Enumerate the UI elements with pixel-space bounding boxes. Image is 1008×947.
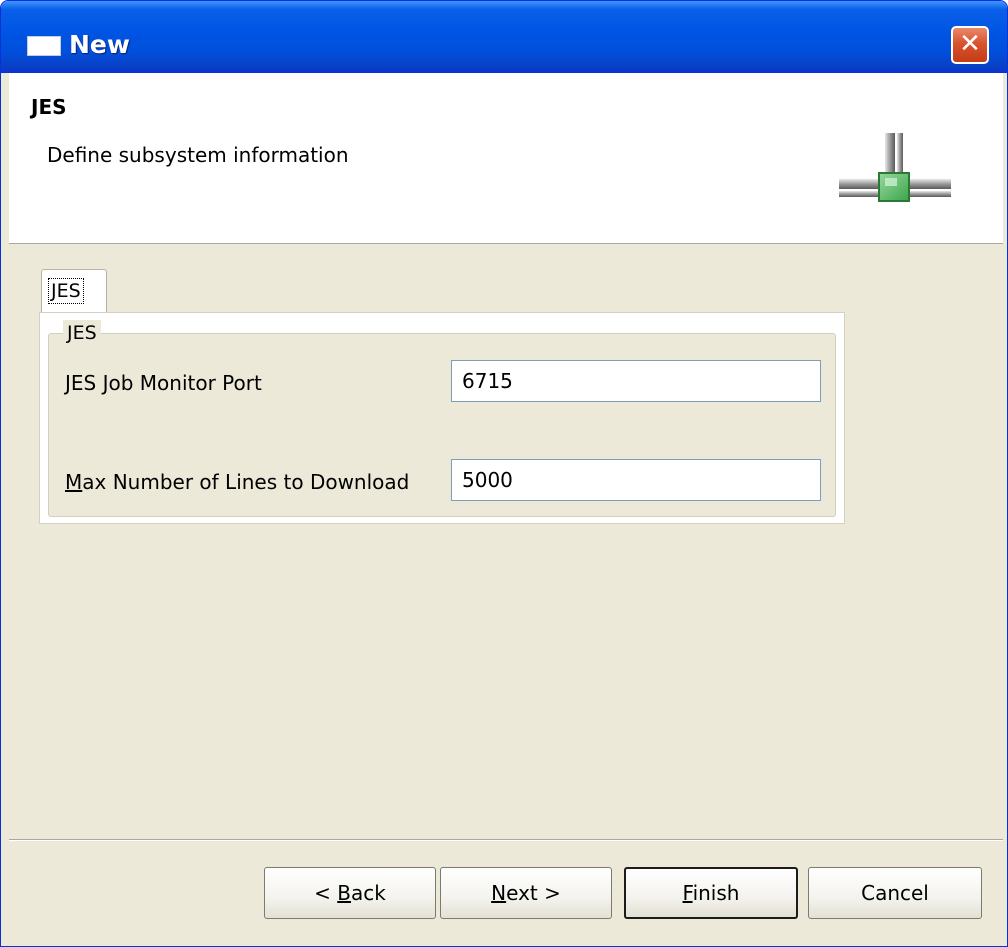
new-wizard-dialog: New ✕ JES Define subsystem information J… xyxy=(0,0,1008,947)
wizard-page-title: JES xyxy=(31,95,67,119)
label-text: ax Number of Lines to Download xyxy=(82,470,410,494)
back-button[interactable]: < Back xyxy=(264,867,436,919)
finish-rest: inish xyxy=(692,881,740,905)
next-rest: ext > xyxy=(506,881,561,905)
max-lines-to-download-input[interactable] xyxy=(451,459,821,501)
next-button[interactable]: Next > xyxy=(440,867,612,919)
cancel-button[interactable]: Cancel xyxy=(808,867,982,919)
button-bar-separator xyxy=(9,839,1003,841)
back-mnemonic: B xyxy=(337,881,351,905)
tab-jes[interactable]: JES xyxy=(41,269,107,313)
finish-button[interactable]: Finish xyxy=(624,867,798,919)
max-lines-to-download-label: Max Number of Lines to Download xyxy=(65,470,409,494)
tab-label: JES xyxy=(48,278,84,304)
group-legend: JES xyxy=(63,320,101,346)
finish-mnemonic: F xyxy=(682,881,693,905)
back-prefix: < xyxy=(314,881,338,905)
jes-group-box: JES JES Job Monitor Port Max Number of L… xyxy=(48,320,836,517)
wizard-header: JES Define subsystem information xyxy=(9,73,1003,244)
close-button[interactable]: ✕ xyxy=(951,26,989,64)
title-bar[interactable]: New ✕ xyxy=(1,1,1007,73)
wizard-page-description: Define subsystem information xyxy=(47,143,349,167)
tab-panel-jes: JES JES Job Monitor Port Max Number of L… xyxy=(39,312,845,524)
next-mnemonic: N xyxy=(491,881,507,905)
back-rest: ack xyxy=(351,881,386,905)
jes-job-monitor-port-label: JES Job Monitor Port xyxy=(65,371,262,395)
jes-job-monitor-port-input[interactable] xyxy=(451,360,821,402)
window-icon xyxy=(27,36,61,56)
subsystem-connector-icon xyxy=(839,133,951,202)
label-text: ES Job Monitor Port xyxy=(70,371,262,395)
label-mnemonic: M xyxy=(65,470,83,494)
window-title: New xyxy=(69,30,130,59)
